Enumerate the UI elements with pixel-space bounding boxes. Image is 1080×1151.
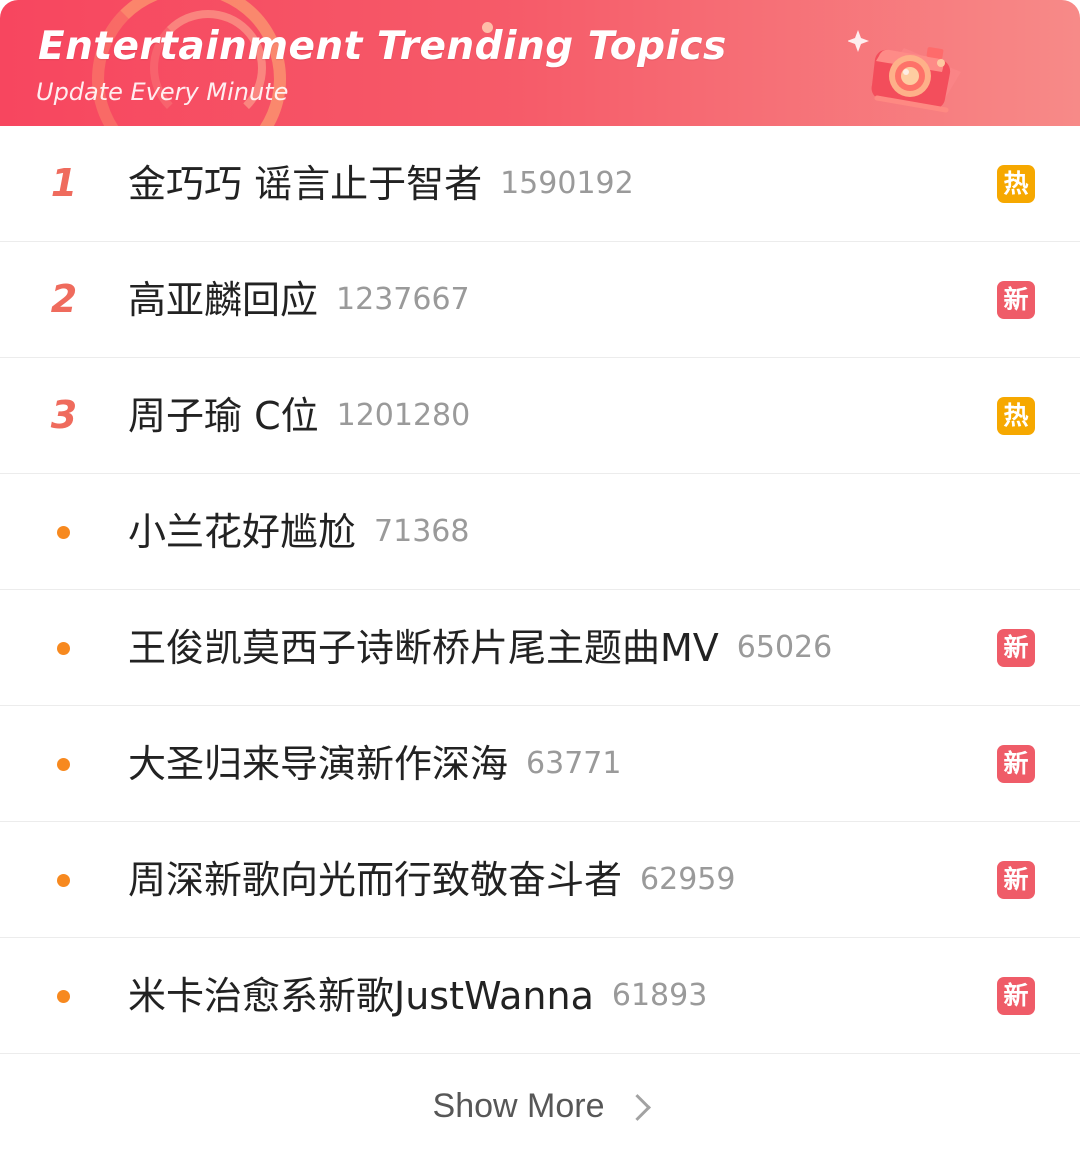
- show-more-label[interactable]: Show More: [433, 1087, 605, 1125]
- topic-count: 63771: [526, 746, 622, 781]
- new-badge: 新: [997, 745, 1035, 783]
- trending-item-6[interactable]: 大圣归来导演新作深海 63771 新: [0, 706, 1080, 822]
- trending-item-8[interactable]: 米卡治愈系新歌JustWanna 61893 新: [0, 938, 1080, 1054]
- new-badge: 新: [997, 977, 1035, 1015]
- topic-text-group: 王俊凯莫西子诗断桥片尾主题曲MV 65026: [128, 624, 980, 674]
- topic-title[interactable]: 小兰花好尴尬: [128, 510, 356, 554]
- rank-dot-icon: [57, 990, 70, 1003]
- hot-badge: 热: [997, 397, 1035, 435]
- topic-count: 62959: [640, 862, 736, 897]
- trending-item-5[interactable]: 王俊凯莫西子诗断桥片尾主题曲MV 65026 新: [0, 590, 1080, 706]
- camera-icon: [848, 28, 966, 120]
- topic-count: 1237667: [336, 282, 470, 317]
- topic-title[interactable]: 周子瑜 C位: [128, 394, 319, 438]
- new-badge: 新: [997, 629, 1035, 667]
- topic-count: 65026: [736, 630, 833, 665]
- chevron-right-icon[interactable]: [624, 1093, 652, 1121]
- topic-text-group: 米卡治愈系新歌JustWanna 61893: [128, 972, 980, 1022]
- header-title: Entertainment Trending Topics: [38, 24, 727, 69]
- rank-dot-icon: [57, 874, 70, 887]
- new-badge: 新: [997, 861, 1035, 899]
- trending-item-3[interactable]: 3 周子瑜 C位 1201280 热: [0, 358, 1080, 474]
- entertainment-trending-page: Entertainment Trending Topics Update Eve…: [0, 0, 1080, 1151]
- rank-dot-icon: [57, 758, 70, 771]
- trending-item-4[interactable]: 小兰花好尴尬 71368: [0, 474, 1080, 590]
- rank-number: 2: [50, 277, 78, 321]
- topic-text-group: 小兰花好尴尬 71368: [128, 508, 980, 558]
- rank-dot-icon: [57, 642, 70, 655]
- topic-text-group: 周子瑜 C位 1201280: [128, 392, 980, 442]
- trending-item-2[interactable]: 2 高亚麟回应 1237667 新: [0, 242, 1080, 358]
- trending-header: Entertainment Trending Topics Update Eve…: [0, 0, 1080, 126]
- topic-title[interactable]: 金巧巧 谣言止于智者: [128, 162, 482, 206]
- topic-title[interactable]: 周深新歌向光而行致敬奋斗者: [128, 858, 622, 902]
- topic-text-group: 周深新歌向光而行致敬奋斗者 62959: [128, 856, 980, 906]
- trending-list: 1 金巧巧 谣言止于智者 1590192 热 2 高亚麟回应 1237667 新 3…: [0, 126, 1080, 1054]
- topic-count: 1201280: [336, 398, 471, 433]
- topic-text-group: 大圣归来导演新作深海 63771: [128, 740, 980, 790]
- topic-count: 1590192: [500, 166, 634, 201]
- topic-title[interactable]: 王俊凯莫西子诗断桥片尾主题曲MV: [128, 626, 719, 670]
- topic-text-group: 金巧巧 谣言止于智者 1590192: [128, 160, 980, 210]
- header-subtitle: Update Every Minute: [36, 78, 289, 106]
- topic-title[interactable]: 米卡治愈系新歌JustWanna: [128, 974, 594, 1018]
- trending-item-1[interactable]: 1 金巧巧 谣言止于智者 1590192 热: [0, 126, 1080, 242]
- topic-title[interactable]: 高亚麟回应: [128, 278, 318, 322]
- trending-item-7[interactable]: 周深新歌向光而行致敬奋斗者 62959 新: [0, 822, 1080, 938]
- new-badge: 新: [997, 281, 1035, 319]
- hot-badge: 热: [997, 165, 1035, 203]
- topic-count: 71368: [374, 514, 470, 549]
- show-more-button[interactable]: Show More: [0, 1054, 1080, 1151]
- topic-text-group: 高亚麟回应 1237667: [128, 276, 980, 326]
- topic-count: 61893: [611, 978, 708, 1013]
- rank-number: 1: [50, 161, 78, 205]
- rank-number: 3: [50, 393, 78, 437]
- rank-dot-icon: [57, 526, 70, 539]
- topic-title[interactable]: 大圣归来导演新作深海: [128, 742, 508, 786]
